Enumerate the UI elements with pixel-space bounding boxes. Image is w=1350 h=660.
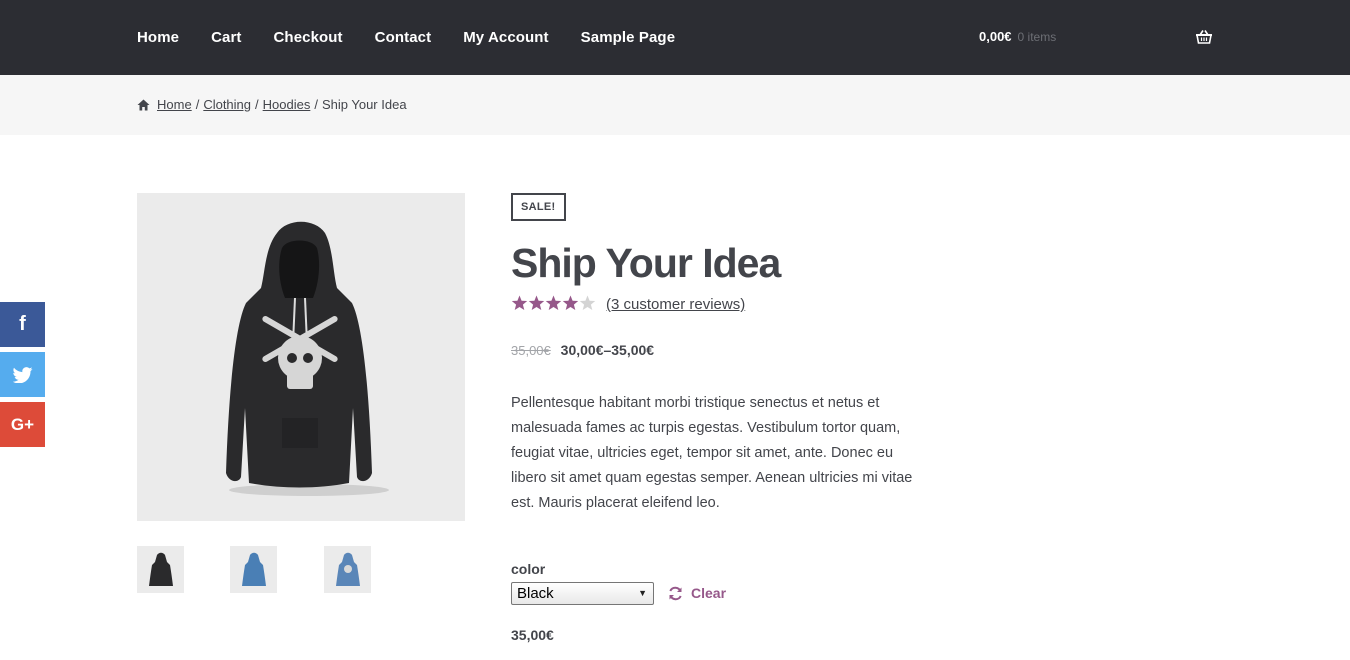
dropdown-arrow-icon: ▼ xyxy=(638,588,647,598)
breadcrumb-separator: / xyxy=(255,97,259,112)
star-rating xyxy=(511,295,596,311)
breadcrumb-current: Ship Your Idea xyxy=(321,97,407,112)
site-header: Home Cart Checkout Contact My Account Sa… xyxy=(0,0,1350,75)
product-price: 35,00€ 30,00€–35,00€ xyxy=(511,342,654,358)
old-price: 35,00€ xyxy=(511,343,551,358)
gallery-thumb-2[interactable] xyxy=(230,546,277,593)
primary-nav: Home Cart Checkout Contact My Account Sa… xyxy=(137,0,707,75)
current-price-range: 30,00€–35,00€ xyxy=(560,342,655,358)
google-plus-icon: G+ xyxy=(10,414,35,434)
breadcrumb-home[interactable]: Home xyxy=(157,97,192,112)
refresh-icon xyxy=(669,586,682,600)
hoodie-thumb-black xyxy=(149,552,173,586)
variation-price: 35,00€ xyxy=(511,627,554,643)
breadcrumb: Home / Clothing / Hoodies / Ship Your Id… xyxy=(137,97,407,112)
star-icon xyxy=(511,295,528,310)
basket-icon[interactable] xyxy=(1195,28,1213,46)
nav-home[interactable]: Home xyxy=(137,29,179,46)
breadcrumb-separator: / xyxy=(195,97,200,112)
clear-selection-button[interactable]: Clear xyxy=(668,585,726,601)
nav-cart[interactable]: Cart xyxy=(211,29,241,46)
product-main-image[interactable] xyxy=(137,193,465,521)
star-icon xyxy=(545,295,562,310)
nav-my-account[interactable]: My Account xyxy=(463,29,548,46)
product-short-description: Pellentesque habitant morbi tristique se… xyxy=(511,395,913,511)
color-attribute-label: color xyxy=(511,561,546,577)
color-select-value: Black xyxy=(517,585,554,602)
breadcrumb-bar: Home / Clothing / Hoodies / Ship Your Id… xyxy=(0,75,1350,135)
star-icon xyxy=(528,295,545,310)
hoodie-thumb-blue-print xyxy=(336,552,360,586)
facebook-icon: f xyxy=(19,313,26,335)
facebook-share-button[interactable]: f xyxy=(0,302,45,347)
sale-badge: SALE! xyxy=(511,193,566,221)
home-icon xyxy=(137,99,150,110)
nav-contact[interactable]: Contact xyxy=(375,29,432,46)
cart-count: 0 items xyxy=(1017,30,1057,44)
star-empty-icon xyxy=(579,295,596,310)
breadcrumb-separator: / xyxy=(314,97,318,112)
mini-cart[interactable]: 0,00€ 0 items xyxy=(979,29,1056,44)
gallery-thumb-3[interactable] xyxy=(324,546,371,593)
google-plus-share-button[interactable]: G+ xyxy=(0,402,45,447)
cart-total: 0,00€ xyxy=(979,29,1012,44)
breadcrumb-hoodies[interactable]: Hoodies xyxy=(263,97,311,112)
clear-label: Clear xyxy=(691,585,727,601)
twitter-icon xyxy=(12,366,32,383)
star-icon xyxy=(562,295,579,310)
hoodie-thumb-blue xyxy=(242,552,266,586)
product-title: Ship Your Idea xyxy=(511,240,781,286)
twitter-share-button[interactable] xyxy=(0,352,45,397)
breadcrumb-clothing[interactable]: Clothing xyxy=(203,97,251,112)
reviews-link[interactable]: (3 customer reviews) xyxy=(606,296,745,313)
color-select[interactable]: Black ▼ xyxy=(511,582,654,605)
nav-sample-page[interactable]: Sample Page xyxy=(581,29,675,46)
hoodie-image xyxy=(226,221,389,496)
nav-checkout[interactable]: Checkout xyxy=(274,29,343,46)
gallery-thumb-1[interactable] xyxy=(137,546,184,593)
